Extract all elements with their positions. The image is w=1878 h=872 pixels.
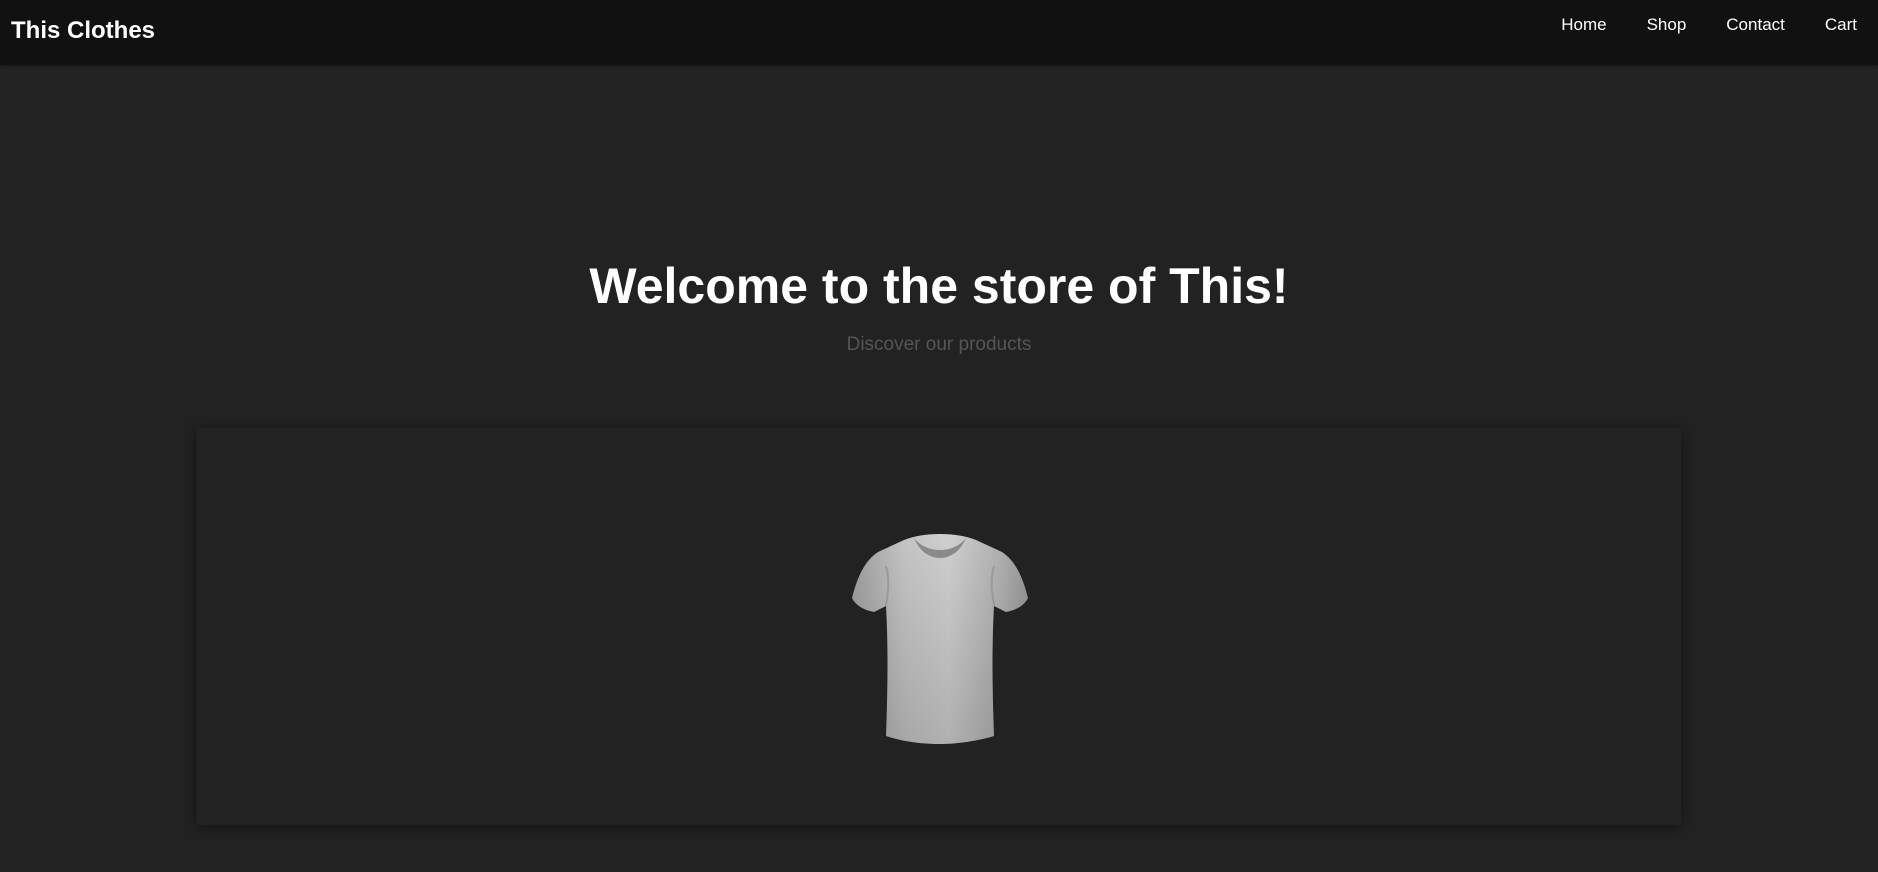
nav-link-shop[interactable]: Shop	[1647, 14, 1687, 36]
nav-link-cart[interactable]: Cart	[1825, 14, 1857, 36]
main-nav: Home Shop Contact Cart	[1521, 14, 1857, 36]
top-navbar: This Clothes Home Shop Contact Cart	[0, 0, 1878, 65]
brand-logo-text[interactable]: This Clothes	[11, 16, 155, 46]
product-showcase[interactable]	[196, 428, 1681, 825]
hero-title: Welcome to the store of This!	[589, 258, 1289, 314]
hero-section: Welcome to the store of This! Discover o…	[0, 255, 1878, 357]
nav-link-contact[interactable]: Contact	[1726, 14, 1785, 36]
tshirt-icon[interactable]	[842, 532, 1038, 744]
hero-subtitle: Discover our products	[846, 334, 1032, 355]
nav-link-home[interactable]: Home	[1561, 14, 1606, 36]
